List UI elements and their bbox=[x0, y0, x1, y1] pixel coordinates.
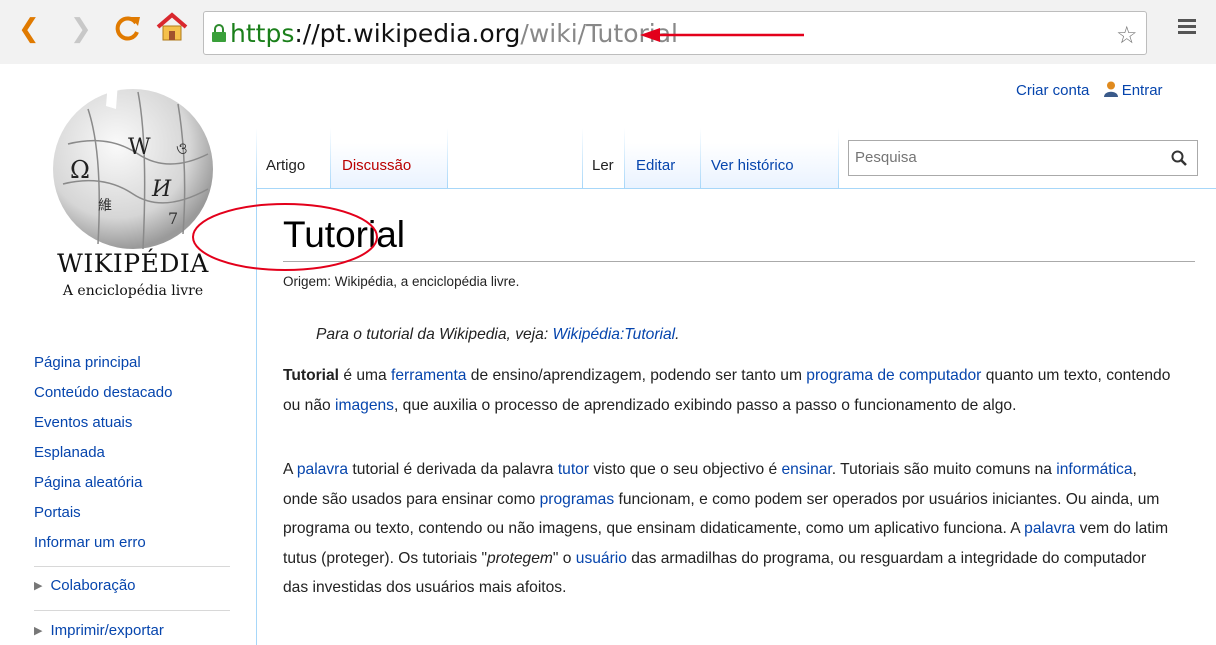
portlet-collaboration-label[interactable]: Colaboração bbox=[50, 577, 135, 594]
annotation-ellipse bbox=[192, 203, 378, 271]
link-programa-de-computador[interactable]: programa de computador bbox=[806, 367, 981, 384]
link-palavra[interactable]: palavra bbox=[1024, 520, 1075, 537]
text-run: visto que o seu objectivo é bbox=[589, 461, 782, 478]
link-informatica[interactable]: informática bbox=[1056, 461, 1132, 478]
svg-text:И: И bbox=[151, 177, 172, 202]
tab-talk[interactable]: Discussão bbox=[331, 143, 447, 188]
svg-text:維: 維 bbox=[98, 198, 112, 214]
bold-term: Tutorial bbox=[283, 367, 340, 384]
hatnote: Para o tutorial da Wikipedia, veja: Wiki… bbox=[316, 326, 679, 344]
link-usuario[interactable]: usuário bbox=[576, 550, 627, 567]
tab-edit[interactable]: Editar bbox=[625, 143, 700, 188]
text-run: de ensino/aprendizagem, podendo ser tant… bbox=[466, 367, 807, 384]
paragraph-2: A palavra tutorial é derivada da palavra… bbox=[283, 455, 1171, 603]
back-arrow-icon[interactable]: ❮ bbox=[18, 14, 40, 44]
tab-history-label: Ver histórico bbox=[711, 157, 794, 174]
link-palavra[interactable]: palavra bbox=[297, 461, 348, 478]
text-run: A bbox=[283, 461, 297, 478]
tab-read-label: Ler bbox=[592, 157, 614, 174]
sidebar-divider bbox=[34, 610, 230, 611]
text-run: tutorial é derivada da palavra bbox=[348, 461, 558, 478]
tab-separator bbox=[447, 128, 448, 188]
link-imagens[interactable]: imagens bbox=[335, 397, 394, 414]
svg-text:W: W bbox=[128, 135, 151, 160]
tagline: A enciclopédia livre bbox=[62, 283, 204, 299]
annotation-arrow bbox=[640, 28, 804, 42]
portlet-print-export-label[interactable]: Imprimir/exportar bbox=[50, 622, 163, 639]
hatnote-text: Para o tutorial da Wikipedia, veja: bbox=[316, 326, 553, 343]
sidebar-item-main-page[interactable]: Página principal bbox=[34, 354, 141, 371]
hamburger-menu-icon[interactable] bbox=[1175, 14, 1199, 43]
tab-read[interactable]: Ler bbox=[583, 143, 624, 188]
paragraph-1: Tutorial é uma ferramenta de ensino/apre… bbox=[283, 361, 1171, 420]
sidebar-item-current-events[interactable]: Eventos atuais bbox=[34, 414, 132, 431]
text-run: " o bbox=[552, 549, 576, 567]
sidebar-item-random-page[interactable]: Página aleatória bbox=[34, 474, 142, 491]
svg-text:7: 7 bbox=[168, 209, 178, 228]
sidebar-item-portals[interactable]: Portais bbox=[34, 504, 81, 521]
text-run: é uma bbox=[339, 367, 392, 384]
link-programas[interactable]: programas bbox=[540, 491, 615, 508]
hatnote-period: . bbox=[675, 326, 680, 343]
svg-text:Ω: Ω bbox=[70, 156, 90, 184]
link-ensinar[interactable]: ensinar bbox=[781, 461, 831, 478]
hatnote-link[interactable]: Wikipédia:Tutorial bbox=[553, 326, 676, 343]
sidebar-item-village-pump[interactable]: Esplanada bbox=[34, 444, 105, 461]
portlet-print-export[interactable]: ▶ Imprimir/exportar bbox=[34, 622, 164, 639]
search-input[interactable] bbox=[855, 144, 1155, 170]
home-icon[interactable] bbox=[156, 12, 188, 49]
site-sub: Origem: Wikipédia, a enciclopédia livre. bbox=[283, 274, 520, 289]
sidebar-item-featured-content[interactable]: Conteúdo destacado bbox=[34, 384, 172, 401]
tab-edit-label: Editar bbox=[636, 157, 676, 174]
browser-toolbar: ❮ ❯ https://pt.wikipedia.org/wiki/Tutori… bbox=[0, 0, 1216, 64]
login-link[interactable]: Entrar bbox=[1122, 82, 1163, 99]
tab-article-label: Artigo bbox=[266, 157, 306, 174]
personal-tools: Criar conta Entrar bbox=[1016, 81, 1163, 101]
forward-arrow-icon[interactable]: ❯ bbox=[70, 14, 92, 44]
portlet-collaboration[interactable]: ▶ Colaboração bbox=[34, 577, 136, 594]
sidebar-divider bbox=[34, 566, 230, 567]
tab-article[interactable]: Artigo bbox=[257, 143, 330, 188]
url-text: https://pt.wikipedia.org/wiki/Tutorial bbox=[230, 19, 678, 48]
tab-history[interactable]: Ver histórico bbox=[701, 143, 838, 188]
reload-icon[interactable] bbox=[114, 14, 142, 49]
link-tutor[interactable]: tutor bbox=[558, 461, 589, 478]
create-account-link[interactable]: Criar conta bbox=[1016, 82, 1089, 99]
expand-triangle-icon: ▶ bbox=[34, 580, 43, 592]
sidebar-item-report-error[interactable]: Informar um erro bbox=[34, 534, 146, 551]
italic-term: protegem bbox=[487, 549, 553, 567]
text-run: . Tutoriais são muito comuns na bbox=[831, 461, 1057, 478]
user-icon bbox=[1103, 81, 1118, 101]
star-icon[interactable]: ☆ bbox=[1116, 21, 1138, 49]
link-ferramenta[interactable]: ferramenta bbox=[391, 367, 466, 384]
lock-icon bbox=[211, 24, 227, 48]
search-icon[interactable] bbox=[1171, 150, 1187, 171]
tab-talk-label: Discussão bbox=[342, 157, 412, 174]
text-run: , que auxilia o processo de aprendizado … bbox=[393, 396, 1017, 414]
title-underline bbox=[283, 261, 1195, 262]
search-box[interactable] bbox=[848, 140, 1198, 176]
tab-separator bbox=[838, 128, 839, 188]
expand-triangle-icon: ▶ bbox=[34, 625, 43, 637]
svg-text:ও: ও bbox=[176, 139, 188, 158]
